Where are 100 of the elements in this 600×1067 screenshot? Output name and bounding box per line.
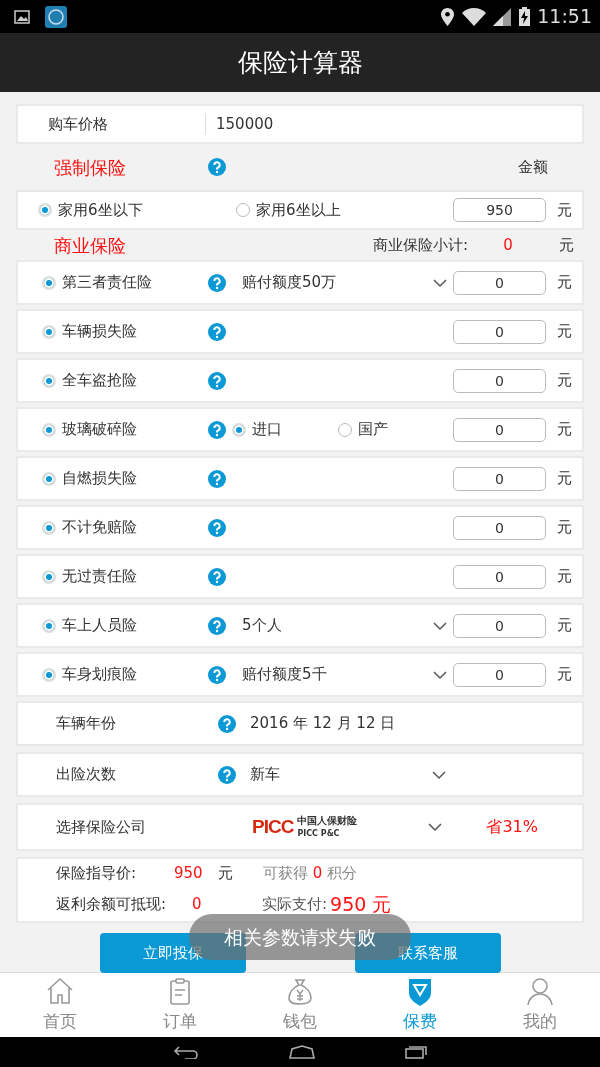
radio-button[interactable] — [42, 422, 56, 437]
chevron-down-icon[interactable] — [432, 769, 446, 780]
discount-label: 省31% — [486, 816, 538, 838]
insurance-name: 自燃损失险 — [62, 468, 138, 490]
radio-button[interactable] — [42, 520, 56, 535]
amount-field[interactable]: 0 — [453, 466, 546, 491]
help-icon[interactable] — [218, 765, 236, 784]
battery-icon — [518, 7, 530, 26]
summary-value: 0 — [192, 894, 203, 915]
points-text: 可获得 0 积分 — [263, 862, 358, 884]
clock-time: 11:51 — [537, 4, 592, 30]
person-icon — [525, 975, 555, 1007]
help-icon[interactable] — [208, 469, 226, 488]
help-icon[interactable] — [208, 567, 226, 586]
amount-field[interactable]: 0 — [453, 662, 546, 687]
amount-field[interactable]: 0 — [453, 368, 546, 393]
logo-mark: PICC — [252, 814, 294, 839]
column-header: 金额 — [518, 156, 548, 178]
unit-label: 元 — [555, 272, 573, 294]
summary-label: 返利余额可抵现: — [56, 894, 168, 915]
help-icon[interactable] — [208, 371, 226, 390]
unit-label: 元 — [555, 370, 573, 392]
tab-button[interactable]: 订单 — [120, 973, 240, 1037]
insurance-name: 车身划痕险 — [62, 664, 138, 686]
pay-label: 实际支付: — [262, 894, 328, 915]
app-icon — [45, 5, 67, 28]
insurance-name: 车辆损失险 — [62, 321, 138, 343]
amount-field[interactable]: 0 — [453, 515, 546, 540]
field-label: 购车价格 — [18, 112, 206, 136]
tab-button[interactable]: 首页 — [0, 973, 120, 1037]
help-icon[interactable] — [208, 420, 226, 439]
radio-label: 国产 — [358, 419, 389, 441]
radio-button[interactable] — [232, 422, 246, 437]
date-value[interactable]: 2016 年 12 月 12 日 — [250, 712, 396, 735]
chevron-down-icon[interactable] — [433, 277, 447, 288]
summary-label: 保险指导价: — [56, 862, 138, 884]
section-title: 强制保险 — [53, 155, 127, 180]
logo-text: 中国人保财险 — [297, 815, 358, 827]
chevron-down-icon[interactable] — [433, 669, 447, 680]
help-icon[interactable] — [208, 518, 226, 537]
radio-button[interactable] — [42, 324, 56, 339]
unit-label: 元 — [555, 566, 573, 588]
help-icon[interactable] — [208, 665, 226, 684]
insurance-name: 无过责任险 — [62, 566, 138, 588]
amount-field[interactable]: 0 — [453, 417, 546, 442]
wifi-icon — [461, 7, 486, 26]
amount-field[interactable]: 0 — [453, 319, 546, 344]
amount-field[interactable]: 0 — [453, 270, 546, 295]
radio-button[interactable] — [42, 275, 56, 290]
amount-field[interactable]: 0 — [453, 613, 546, 638]
radio-button[interactable] — [42, 569, 56, 584]
help-icon[interactable] — [208, 158, 226, 176]
pay-value: 950 元 — [330, 892, 392, 917]
section-title: 商业保险 — [53, 233, 126, 258]
unit-label: 元 — [555, 517, 573, 539]
field-label: 选择保险公司 — [55, 816, 147, 838]
radio-button[interactable] — [42, 618, 56, 633]
insurance-name: 第三者责任险 — [62, 272, 153, 294]
dropdown-value[interactable]: 赔付额度50万 — [242, 271, 337, 294]
help-icon[interactable] — [208, 616, 226, 635]
field-label: 出险次数 — [55, 764, 117, 786]
unit-label: 元 — [555, 615, 573, 637]
price-input[interactable]: 150000 — [206, 112, 274, 136]
radio-button[interactable] — [42, 471, 56, 486]
dropdown-value[interactable]: 新车 — [250, 763, 280, 786]
image-icon — [14, 9, 30, 24]
unit-label: 元 — [557, 234, 575, 256]
help-icon[interactable] — [208, 322, 226, 341]
chevron-down-icon[interactable] — [428, 822, 443, 832]
dropdown-value[interactable]: 赔付额度5千 — [242, 663, 327, 686]
home-icon — [45, 975, 75, 1007]
radio-button[interactable] — [38, 203, 52, 217]
dropdown-value[interactable]: 5个人 — [242, 614, 282, 637]
home-icon[interactable] — [289, 1045, 315, 1059]
back-icon[interactable] — [173, 1045, 199, 1059]
subtotal-value: 0 — [502, 234, 514, 256]
help-icon[interactable] — [218, 714, 236, 733]
radio-label: 家用6坐以下 — [58, 199, 144, 221]
amount-field[interactable]: 0 — [453, 564, 546, 589]
logo-text: PICC P&C — [297, 829, 341, 839]
recents-icon[interactable] — [405, 1045, 427, 1059]
radio-button[interactable] — [338, 422, 352, 437]
subtotal-label: 商业保险小计: — [372, 234, 468, 256]
amount-field[interactable]: 950 — [453, 198, 546, 222]
chevron-down-icon[interactable] — [433, 620, 447, 631]
tab-button[interactable]: 钱包 — [240, 973, 360, 1037]
radio-label: 进口 — [252, 419, 283, 441]
unit-label: 元 — [218, 862, 234, 884]
insurance-name: 不计免赔险 — [62, 517, 138, 539]
field-label: 车辆年份 — [55, 713, 117, 735]
unit-label: 元 — [555, 419, 573, 441]
screen-title: 保险计算器 — [237, 46, 363, 79]
help-icon[interactable] — [208, 273, 226, 292]
radio-button[interactable] — [236, 203, 250, 217]
radio-button[interactable] — [42, 373, 56, 388]
unit-label: 元 — [555, 321, 573, 343]
radio-button[interactable] — [42, 667, 56, 682]
tab-button[interactable]: 我的 — [480, 973, 600, 1037]
unit-label: 元 — [555, 664, 573, 686]
signal-icon — [493, 7, 512, 26]
